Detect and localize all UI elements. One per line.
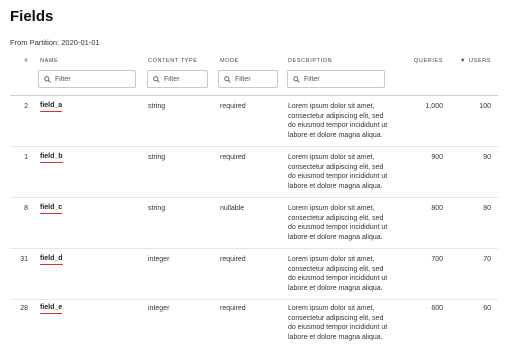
queries-cell: 800 bbox=[431, 205, 443, 212]
table-row: 1 field_b string required Lorem ipsum do… bbox=[10, 147, 498, 198]
row-index: 8 bbox=[24, 205, 28, 212]
row-index: 31 bbox=[20, 256, 28, 263]
table-row: 8 field_c string nullable Lorem ipsum do… bbox=[10, 198, 498, 249]
mode-filter-input[interactable] bbox=[231, 75, 277, 83]
description-cell: Lorem ipsum dolor sit amet, consectetur … bbox=[288, 305, 388, 341]
queries-cell: 700 bbox=[431, 256, 443, 263]
users-cell: 60 bbox=[483, 305, 491, 312]
description-cell: Lorem ipsum dolor sit amet, consectetur … bbox=[288, 103, 388, 139]
queries-cell: 1,000 bbox=[425, 103, 443, 110]
queries-cell: 600 bbox=[431, 305, 443, 312]
name-filter-field[interactable] bbox=[38, 70, 136, 88]
search-icon bbox=[224, 75, 231, 83]
mode-cell: required bbox=[220, 305, 246, 312]
content-type-filter-input[interactable] bbox=[160, 75, 207, 83]
column-header-index: # bbox=[24, 58, 28, 64]
name-filter-input[interactable] bbox=[51, 75, 135, 83]
content-type-cell: integer bbox=[148, 256, 170, 263]
column-header-name[interactable]: NAME bbox=[40, 58, 58, 64]
mode-cell: required bbox=[220, 154, 246, 161]
field-name-link[interactable]: field_e bbox=[40, 304, 63, 314]
field-name-link[interactable]: field_d bbox=[40, 255, 63, 265]
table-row: 2 field_a string required Lorem ipsum do… bbox=[10, 96, 498, 147]
mode-cell: required bbox=[220, 103, 246, 110]
column-header-description[interactable]: DESCRIPTION bbox=[288, 58, 332, 64]
partition-label: From Partition: 2020-01-01 bbox=[10, 38, 100, 47]
description-cell: Lorem ipsum dolor sit amet, consectetur … bbox=[288, 205, 388, 241]
page-title: Fields bbox=[10, 8, 54, 25]
column-header-users[interactable]: ▼ USERS bbox=[455, 58, 491, 64]
content-type-cell: string bbox=[148, 205, 166, 212]
users-cell: 90 bbox=[483, 154, 491, 161]
column-header-queries[interactable]: QUERIES bbox=[400, 58, 443, 64]
field-name-link[interactable]: field_c bbox=[40, 204, 63, 214]
content-type-filter-field[interactable] bbox=[147, 70, 208, 88]
description-cell: Lorem ipsum dolor sit amet, consectetur … bbox=[288, 256, 388, 292]
content-type-cell: string bbox=[148, 154, 166, 161]
row-index: 28 bbox=[20, 305, 28, 312]
search-icon bbox=[44, 75, 51, 83]
search-icon bbox=[153, 75, 160, 83]
content-type-cell: string bbox=[148, 103, 166, 110]
description-filter-field[interactable] bbox=[287, 70, 385, 88]
mode-filter-field[interactable] bbox=[218, 70, 278, 88]
column-header-users-label: USERS bbox=[469, 58, 491, 64]
field-name-link[interactable]: field_a bbox=[40, 102, 63, 112]
row-index: 1 bbox=[24, 154, 28, 161]
mode-cell: required bbox=[220, 256, 246, 263]
description-cell: Lorem ipsum dolor sit amet, consectetur … bbox=[288, 154, 388, 190]
users-cell: 100 bbox=[479, 103, 491, 110]
sort-desc-icon: ▼ bbox=[460, 58, 467, 64]
mode-cell: nullable bbox=[220, 205, 245, 212]
field-name-link[interactable]: field_b bbox=[40, 153, 63, 163]
users-cell: 70 bbox=[483, 256, 491, 263]
search-icon bbox=[293, 75, 300, 83]
table-row: 28 field_e integer required Lorem ipsum … bbox=[10, 298, 498, 349]
content-type-cell: integer bbox=[148, 305, 170, 312]
table-row: 31 field_d integer required Lorem ipsum … bbox=[10, 249, 498, 300]
column-header-mode[interactable]: MODE bbox=[220, 58, 239, 64]
column-header-content-type[interactable]: CONTENT TYPE bbox=[148, 58, 197, 64]
description-filter-input[interactable] bbox=[300, 75, 384, 83]
users-cell: 80 bbox=[483, 205, 491, 212]
queries-cell: 900 bbox=[431, 154, 443, 161]
row-index: 2 bbox=[24, 103, 28, 110]
